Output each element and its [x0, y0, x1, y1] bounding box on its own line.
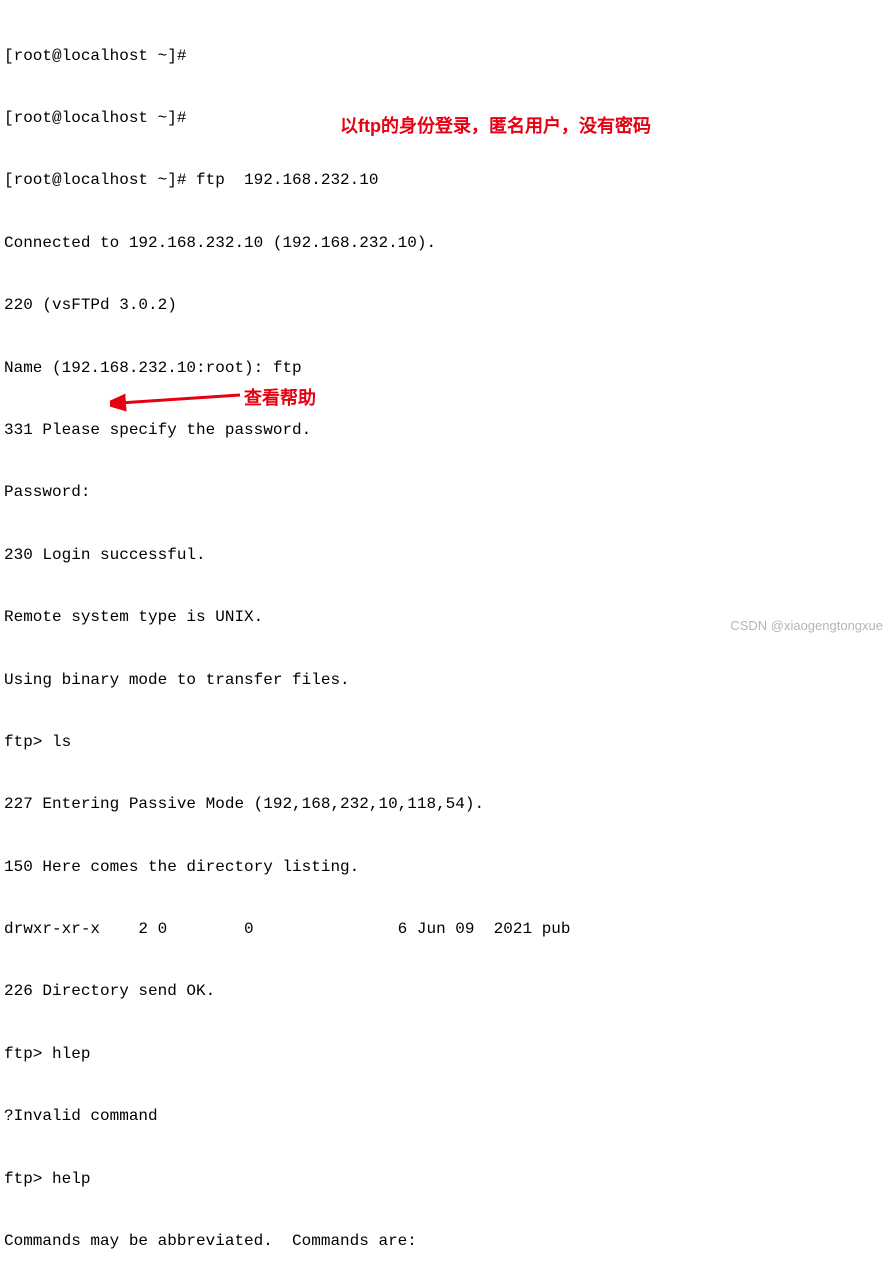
- watermark: CSDN @xiaogengtongxue: [730, 618, 883, 635]
- terminal-line: Name (192.168.232.10:root): ftp: [4, 358, 887, 379]
- terminal-line: ?Invalid command: [4, 1106, 887, 1127]
- terminal-line: ftp> hlep: [4, 1044, 887, 1065]
- terminal-line: ftp> ls: [4, 732, 887, 753]
- terminal-line: 226 Directory send OK.: [4, 981, 887, 1002]
- terminal-line: Commands may be abbreviated. Commands ar…: [4, 1231, 887, 1252]
- terminal-line: 230 Login successful.: [4, 545, 887, 566]
- terminal-line: ftp> help: [4, 1169, 887, 1190]
- annotation-help-note: 查看帮助: [244, 387, 316, 410]
- terminal-line: Using binary mode to transfer files.: [4, 670, 887, 691]
- terminal-line: 150 Here comes the directory listing.: [4, 857, 887, 878]
- terminal-line: [root@localhost ~]#: [4, 46, 887, 67]
- terminal-line: 227 Entering Passive Mode (192,168,232,1…: [4, 794, 887, 815]
- terminal-line: Connected to 192.168.232.10 (192.168.232…: [4, 233, 887, 254]
- terminal-line: drwxr-xr-x 2 0 0 6 Jun 09 2021 pub: [4, 919, 887, 940]
- terminal-line: 220 (vsFTPd 3.0.2): [4, 295, 887, 316]
- terminal-line: [root@localhost ~]# ftp 192.168.232.10: [4, 170, 887, 191]
- terminal-line: Password:: [4, 482, 887, 503]
- terminal-line: 331 Please specify the password.: [4, 420, 887, 441]
- annotation-login-note: 以ftp的身份登录，匿名用户，没有密码: [340, 115, 651, 138]
- terminal-output: [root@localhost ~]# [root@localhost ~]# …: [4, 4, 887, 1282]
